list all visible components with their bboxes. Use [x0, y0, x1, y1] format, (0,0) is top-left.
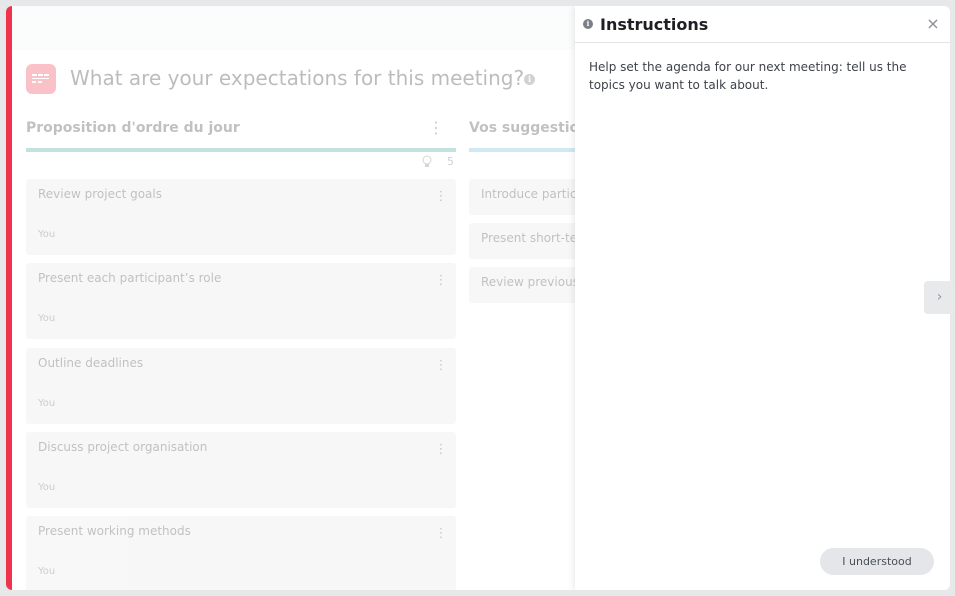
meeting-board-icon [26, 64, 56, 94]
lightbulb-icon [422, 155, 434, 169]
info-icon[interactable]: i [524, 74, 535, 85]
card-title: Introduce particip [481, 187, 588, 201]
question-title: What are your expectations for this meet… [70, 66, 525, 90]
instructions-panel: i Instructions × Help set the agenda for… [575, 6, 950, 590]
card[interactable]: Review project goals You ⋮ [26, 179, 456, 255]
card-title: Discuss project organisation [38, 440, 208, 454]
info-icon: i [583, 19, 593, 29]
card-author: You [38, 398, 56, 409]
chevron-right-icon[interactable]: › [924, 281, 955, 314]
card-count: 5 [447, 155, 454, 168]
card-menu-icon[interactable]: ⋮ [434, 526, 448, 542]
card-author: You [38, 313, 56, 324]
column-title-agenda: Proposition d'ordre du jour [26, 120, 240, 136]
card-title: Review project goals [38, 187, 162, 201]
instructions-text: Help set the agenda for our next meeting… [589, 60, 907, 92]
card-menu-icon[interactable]: ⋮ [434, 189, 448, 205]
card-title: Outline deadlines [38, 356, 144, 370]
card[interactable]: Present each participant’s role You ⋮ [26, 263, 456, 339]
understood-button[interactable]: I understood [820, 548, 934, 575]
card-menu-icon[interactable]: ⋮ [434, 358, 448, 374]
card-title: Present working methods [38, 524, 191, 538]
card[interactable]: Review previous p [469, 267, 591, 303]
panel-header: i Instructions × [575, 6, 950, 43]
app-frame: What are your expectations for this meet… [6, 6, 950, 590]
card-menu-icon[interactable]: ⋮ [434, 442, 448, 458]
card-title: Review previous p [481, 275, 591, 289]
card[interactable]: Discuss project organisation You ⋮ [26, 432, 456, 508]
column-color-bar [469, 148, 589, 152]
card[interactable]: Introduce particip [469, 179, 589, 215]
column-menu-icon[interactable]: ⋮ [426, 119, 446, 137]
column-color-bar [26, 148, 456, 152]
card-author: You [38, 482, 56, 493]
close-icon[interactable]: × [924, 15, 942, 33]
card[interactable]: Present short-ter [469, 223, 589, 259]
card[interactable]: Outline deadlines You ⋮ [26, 348, 456, 424]
panel-title: Instructions [600, 15, 709, 34]
card[interactable]: Present working methods You ⋮ [26, 516, 456, 590]
card-title: Present short-ter [481, 231, 583, 245]
card-title: Present each participant’s role [38, 271, 222, 285]
card-author: You [38, 566, 56, 577]
card-menu-icon[interactable]: ⋮ [434, 273, 448, 289]
card-author: You [38, 229, 56, 240]
